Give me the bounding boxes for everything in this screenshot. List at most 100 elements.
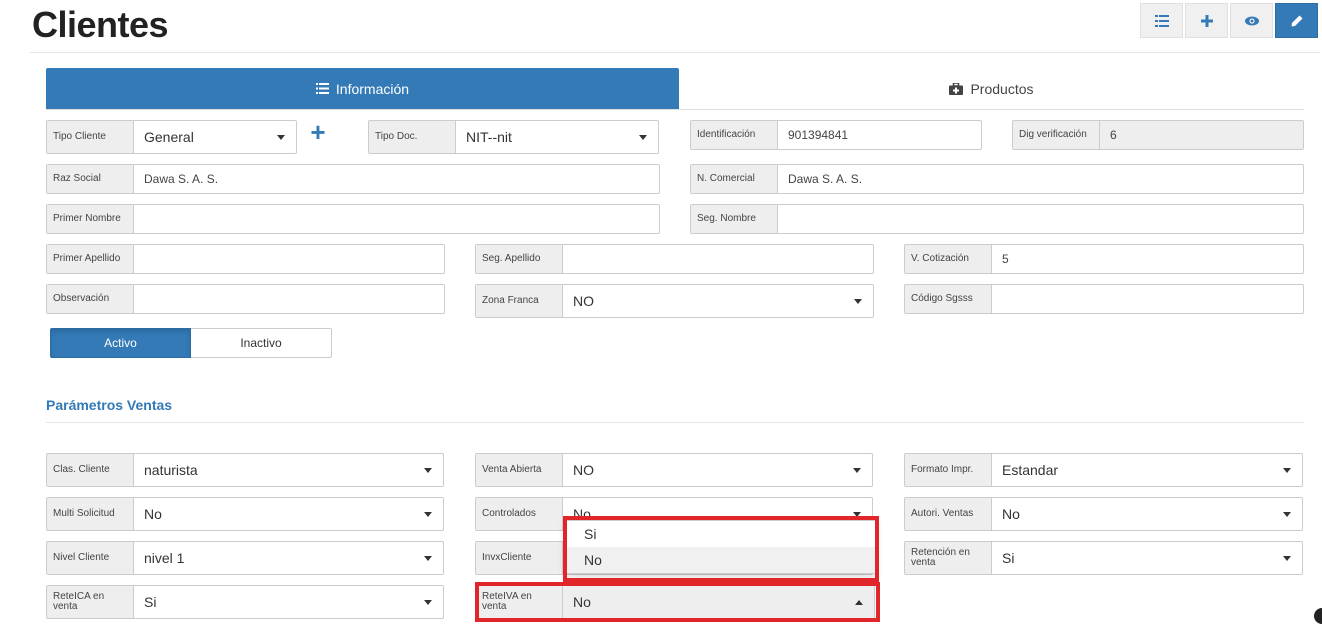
dig-verificacion-input: 6: [1100, 121, 1303, 149]
field-label: V. Cotización: [905, 245, 992, 273]
select-value: NIT--nit: [466, 129, 512, 145]
field-label: ReteICA en venta: [47, 586, 134, 618]
pencil-icon: [1291, 15, 1302, 26]
select-value: Si: [1002, 550, 1015, 566]
select-value: nivel 1: [144, 550, 185, 566]
v-cotizacion-input[interactable]: 5: [992, 245, 1303, 273]
select-value: NO: [573, 462, 594, 478]
seg-nombre-input[interactable]: [778, 205, 1303, 233]
codigo-sgsss-input[interactable]: [992, 285, 1303, 313]
toolbar: [1140, 3, 1318, 38]
select-value: General: [144, 129, 194, 145]
venta-abierta-select[interactable]: NO: [563, 454, 872, 486]
field-label: Dig verificación: [1013, 121, 1100, 149]
inactivo-button[interactable]: Inactivo: [191, 328, 332, 358]
list-icon: [315, 83, 329, 94]
caret-down-icon: [1283, 467, 1291, 473]
chat-icon[interactable]: [1314, 608, 1322, 624]
caret-down-icon: [1283, 555, 1291, 561]
multi-solicitud-select[interactable]: No: [134, 498, 443, 530]
autori-ventas-field: Autori. Ventas No: [904, 497, 1303, 531]
tab-label: Información: [335, 80, 410, 97]
primer-apellido-input[interactable]: [134, 245, 444, 273]
retencion-venta-field: Retención en venta Si: [904, 541, 1303, 575]
caret-down-icon: [424, 467, 432, 473]
multi-solicitud-field: Multi Solicitud No: [46, 497, 444, 531]
add-tipo-cliente-button[interactable]: +: [309, 119, 327, 145]
list-view-button[interactable]: [1140, 3, 1183, 38]
caret-down-icon: [639, 134, 647, 140]
add-button[interactable]: [1185, 3, 1228, 38]
observacion-input[interactable]: [134, 285, 444, 313]
venta-abierta-field: Venta Abierta NO: [475, 453, 873, 487]
zona-franca-select[interactable]: NO: [563, 285, 873, 317]
retencion-venta-select[interactable]: Si: [992, 542, 1302, 574]
caret-down-icon: [853, 511, 861, 517]
clas-cliente-select[interactable]: naturista: [134, 454, 443, 486]
field-label: Controlados: [476, 498, 563, 530]
page-title: Clientes: [32, 4, 169, 45]
autori-ventas-select[interactable]: No: [992, 498, 1302, 530]
field-label: Nivel Cliente: [47, 542, 134, 574]
field-label: Tipo Cliente: [47, 121, 134, 153]
reteiva-venta-select[interactable]: No: [563, 586, 874, 618]
select-value: NO: [573, 293, 594, 309]
razon-social-input[interactable]: Dawa S. A. S.: [134, 165, 659, 193]
caret-down-icon: [853, 467, 861, 473]
field-label: Multi Solicitud: [47, 498, 134, 530]
list-icon: [1154, 14, 1169, 27]
primer-apellido-field: Primer Apellido: [46, 244, 445, 274]
edit-button[interactable]: [1275, 3, 1318, 38]
primer-nombre-input[interactable]: [134, 205, 659, 233]
v-cotizacion-field: V. Cotización 5: [904, 244, 1304, 274]
n-comercial-field: N. Comercial Dawa S. A. S.: [690, 164, 1304, 194]
razon-social-field: Raz Social Dawa S. A. S.: [46, 164, 660, 194]
section-divider: [46, 422, 1304, 423]
medkit-icon: [949, 82, 964, 95]
seg-apellido-input[interactable]: [563, 245, 873, 273]
formato-impr-select[interactable]: Estandar: [992, 454, 1302, 486]
caret-down-icon: [424, 599, 432, 605]
primer-nombre-field: Primer Nombre: [46, 204, 660, 234]
select-value: No: [1002, 506, 1020, 522]
field-label: Código Sgsss: [905, 285, 992, 313]
activo-button[interactable]: Activo: [50, 328, 191, 358]
identificacion-input[interactable]: 901394841: [778, 121, 981, 149]
field-label: Autori. Ventas: [905, 498, 992, 530]
identificacion-field: Identificación 901394841: [690, 120, 982, 150]
observacion-field: Observación: [46, 284, 445, 314]
tipo-cliente-field: Tipo Cliente General: [46, 120, 297, 154]
tipo-doc-select[interactable]: NIT--nit: [456, 121, 658, 153]
field-label: Primer Nombre: [47, 205, 134, 233]
caret-down-icon: [424, 511, 432, 517]
tab-informacion[interactable]: Información: [46, 68, 679, 109]
dropdown-option-no[interactable]: No: [566, 547, 875, 573]
field-label: ReteIVA en venta: [476, 586, 563, 618]
n-comercial-input[interactable]: Dawa S. A. S.: [778, 165, 1303, 193]
field-label: Observación: [47, 285, 134, 313]
field-label: Identificación: [691, 121, 778, 149]
clas-cliente-field: Clas. Cliente naturista: [46, 453, 444, 487]
header-divider: [30, 52, 1320, 53]
dropdown-option-si[interactable]: Si: [566, 521, 875, 547]
reteica-venta-select[interactable]: Si: [134, 586, 443, 618]
field-label: Clas. Cliente: [47, 454, 134, 486]
field-label: Formato Impr.: [905, 454, 992, 486]
field-label: Seg. Apellido: [476, 245, 563, 273]
field-label: Zona Franca: [476, 285, 563, 317]
field-label: Seg. Nombre: [691, 205, 778, 233]
field-label: Venta Abierta: [476, 454, 563, 486]
zona-franca-field: Zona Franca NO: [475, 284, 874, 318]
reteiva-venta-field: ReteIVA en venta No: [475, 585, 875, 619]
eye-icon: [1244, 16, 1259, 25]
reteica-venta-field: ReteICA en venta Si: [46, 585, 444, 619]
field-label: Raz Social: [47, 165, 134, 193]
caret-down-icon: [277, 134, 285, 140]
select-value: Estandar: [1002, 462, 1059, 478]
dig-verificacion-field: Dig verificación 6: [1012, 120, 1304, 150]
view-button[interactable]: [1230, 3, 1273, 38]
tipo-cliente-select[interactable]: General: [134, 121, 296, 153]
select-value: naturista: [144, 462, 198, 478]
nivel-cliente-select[interactable]: nivel 1: [134, 542, 443, 574]
tab-productos[interactable]: Productos: [679, 68, 1304, 109]
